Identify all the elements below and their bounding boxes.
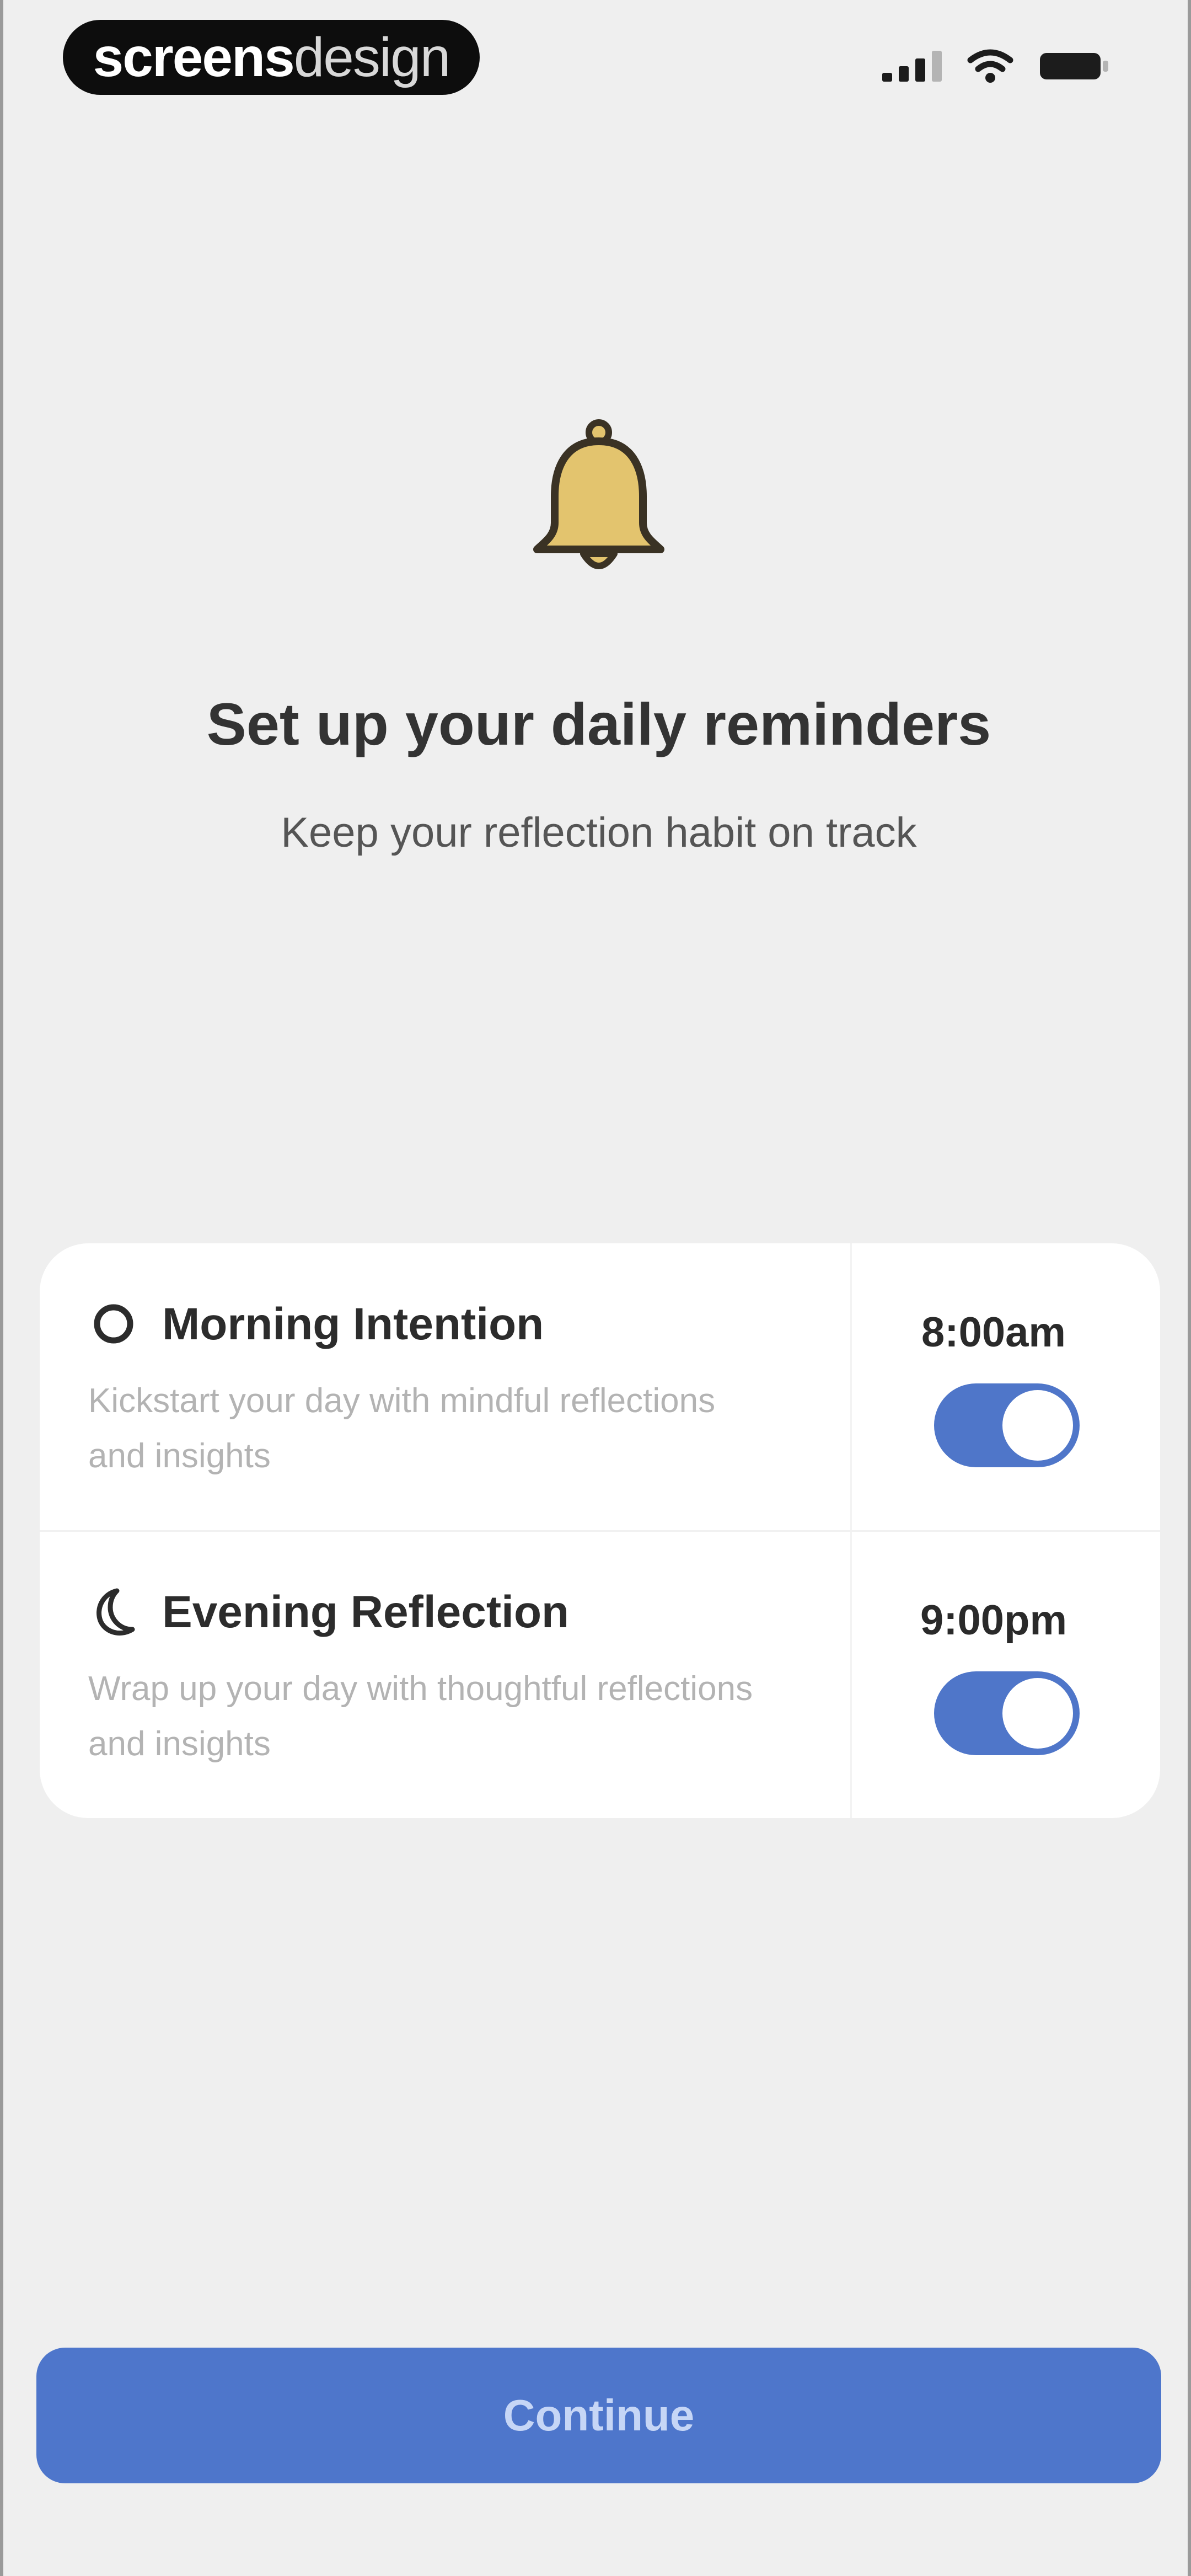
evening-reminder-toggle[interactable]: [934, 1671, 1080, 1755]
morning-reminder-toggle[interactable]: [934, 1383, 1080, 1467]
continue-button[interactable]: Continue: [36, 2348, 1161, 2483]
brand-text-light: design: [293, 26, 451, 88]
page-title: Set up your daily reminders: [206, 691, 991, 757]
page-subtitle: Keep your reflection habit on track: [281, 809, 917, 856]
reminder-title: Morning Intention: [162, 1299, 544, 1349]
reminder-time[interactable]: 8:00am: [889, 1308, 1098, 1356]
reminder-row-evening: Evening Reflection Wrap up your day with…: [40, 1531, 1160, 1818]
toggle-knob: [1002, 1678, 1073, 1749]
sun-icon: [94, 1304, 133, 1344]
status-icons: [882, 43, 1110, 89]
wifi-icon: [967, 49, 1013, 83]
brand-text-bold: screens: [93, 26, 295, 88]
moon-icon: [96, 1588, 135, 1636]
bell-icon: [533, 419, 664, 569]
reminder-description: Wrap up your day with thoughtful reflect…: [88, 1670, 753, 1763]
cellular-signal-icon: [882, 51, 942, 82]
screen: screens design Set up your daily reminder…: [0, 0, 1191, 2576]
battery-icon: [1040, 53, 1108, 79]
toggle-knob: [1002, 1390, 1073, 1461]
reminder-title: Evening Reflection: [162, 1587, 570, 1637]
reminder-description: Kickstart your day with mindful reflecti…: [88, 1382, 716, 1475]
reminders-card: Morning Intention Kickstart your day wit…: [40, 1243, 1160, 1818]
reminder-time[interactable]: 9:00pm: [889, 1596, 1098, 1644]
reminder-row-morning: Morning Intention Kickstart your day wit…: [40, 1243, 1160, 1532]
brand-watermark: screens design: [63, 20, 480, 95]
